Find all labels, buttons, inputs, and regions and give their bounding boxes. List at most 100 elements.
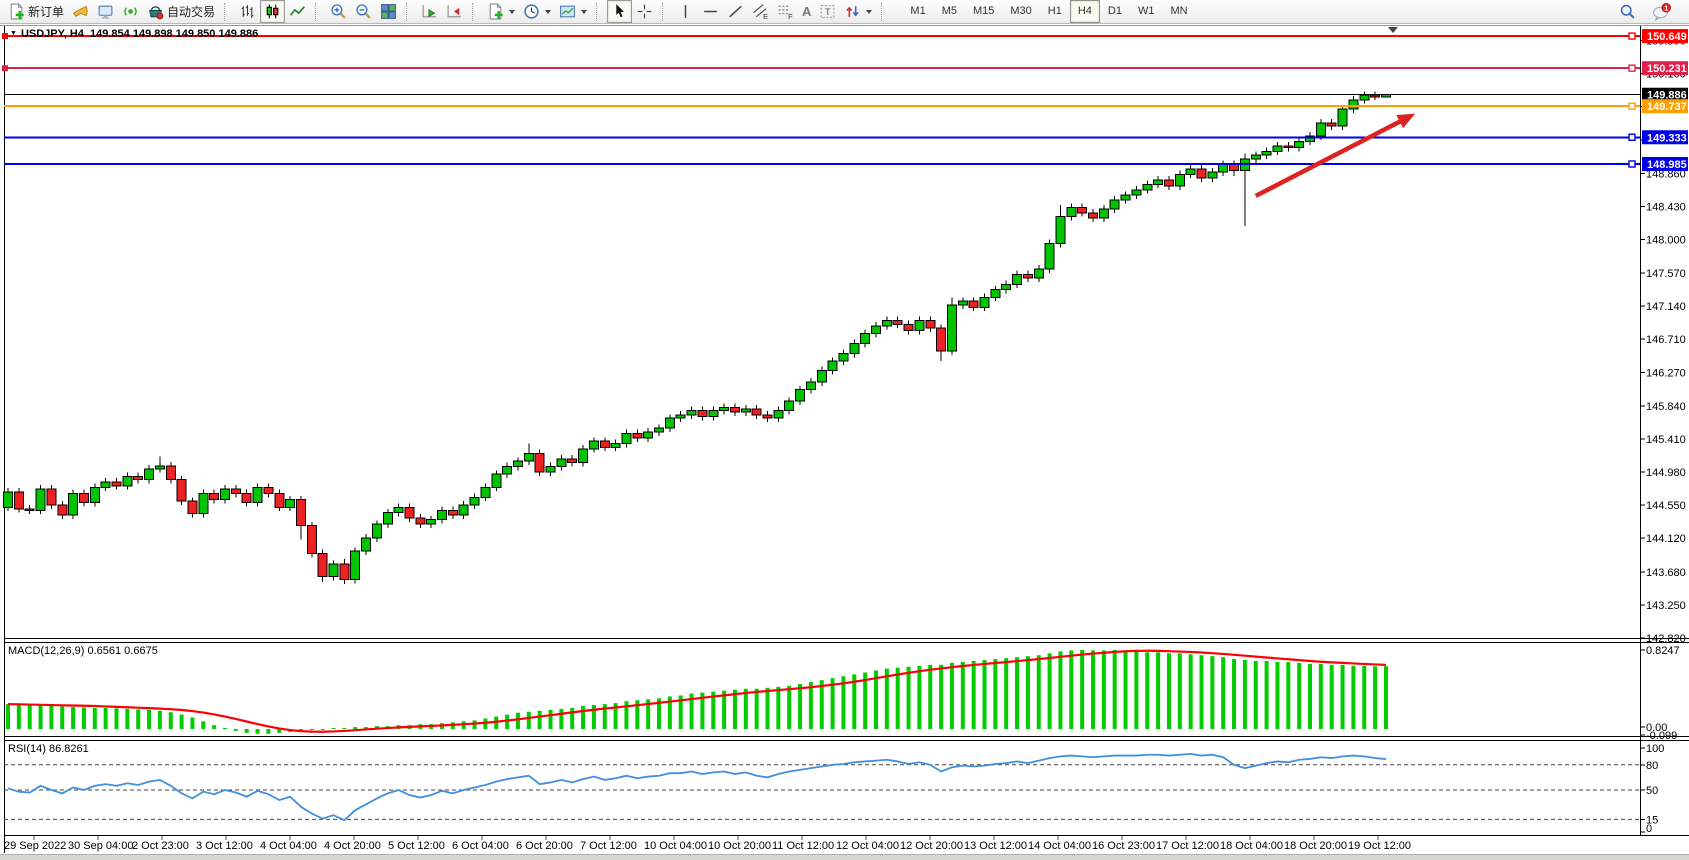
- timeframe-H4[interactable]: H4: [1070, 0, 1100, 23]
- macd-histogram-bar: [1221, 657, 1225, 729]
- equidistant-channel-button[interactable]: E: [748, 0, 773, 23]
- hline-handle[interactable]: [1629, 65, 1635, 71]
- vertical-line-button[interactable]: [673, 0, 698, 23]
- timeframe-W1[interactable]: W1: [1130, 0, 1163, 23]
- horizontal-line-button[interactable]: [698, 0, 723, 23]
- auto-scroll-button[interactable]: [417, 0, 442, 23]
- template-icon: [559, 3, 576, 20]
- macd-histogram-bar: [93, 708, 97, 729]
- indicators-button[interactable]: [483, 0, 519, 23]
- macd-histogram-bar: [158, 711, 162, 729]
- hline-handle[interactable]: [1629, 134, 1635, 140]
- candle-body: [513, 461, 522, 466]
- new-order-button[interactable]: 新订单: [4, 0, 68, 23]
- notifications-button[interactable]: 1: [1648, 0, 1675, 23]
- macd-histogram-bar: [1351, 666, 1355, 729]
- signals-button[interactable]: [118, 0, 143, 23]
- macd-histogram-bar: [136, 709, 140, 729]
- timeframe-D1[interactable]: D1: [1100, 0, 1130, 23]
- hline-left-handle[interactable]: [2, 65, 8, 71]
- timeframe-H1[interactable]: H1: [1040, 0, 1070, 23]
- macd-histogram-bar: [983, 660, 987, 729]
- candle-body: [372, 524, 381, 538]
- rsi-pane[interactable]: 1008050150: [4, 743, 1664, 835]
- chart-canvas[interactable]: 150.590150.160149.730149.300148.860148.4…: [0, 0, 1689, 859]
- price-label-text: 148.985: [1647, 159, 1687, 171]
- autotrading-button[interactable]: 自动交易: [143, 0, 219, 23]
- horizontal-line-149.333[interactable]: 149.333: [4, 130, 1688, 144]
- line-chart-button[interactable]: [285, 0, 310, 23]
- horizontal-line-149.737[interactable]: 149.737: [4, 99, 1688, 113]
- candle-body: [1371, 95, 1380, 97]
- candlestick-icon: [264, 3, 281, 20]
- candle-body: [1230, 164, 1239, 170]
- rsi-tick-label: 80: [1646, 760, 1658, 772]
- zoom-in-button[interactable]: [326, 0, 351, 23]
- macd-tick-label: -0.099: [1646, 730, 1677, 742]
- timeframe-M1[interactable]: M1: [902, 0, 933, 23]
- arrows-button[interactable]: [840, 0, 876, 23]
- toolbar-separator: [596, 3, 604, 21]
- horn-icon: [72, 3, 89, 20]
- price-axis[interactable]: 150.590150.160149.730149.300148.860148.4…: [1641, 36, 1686, 645]
- candle-body: [741, 409, 750, 412]
- tile-windows-button[interactable]: [376, 0, 401, 23]
- hline-handle[interactable]: [1629, 33, 1635, 39]
- hline-left-handle[interactable]: [2, 33, 8, 39]
- timeframe-M15[interactable]: M15: [965, 0, 1002, 23]
- cursor-button[interactable]: [607, 0, 632, 23]
- price-tick-label: 147.570: [1646, 268, 1686, 280]
- macd-histogram-bar: [1069, 650, 1073, 729]
- text-label-button[interactable]: T: [815, 0, 840, 23]
- hline-handle[interactable]: [1629, 161, 1635, 167]
- horizontal-line-148.985[interactable]: 148.985: [4, 157, 1688, 171]
- remote-terminal-button[interactable]: [93, 0, 118, 23]
- horizontal-line-150.231[interactable]: 150.231: [4, 61, 1688, 75]
- time-axis[interactable]: 29 Sep 202230 Sep 04:002 Oct 23:003 Oct …: [4, 836, 1411, 852]
- candle-body: [1099, 209, 1108, 218]
- candle-body: [709, 410, 718, 416]
- trendline-button[interactable]: [723, 0, 748, 23]
- candle-body: [698, 410, 707, 416]
- chart-shift-icon: [446, 3, 463, 20]
- macd-pane[interactable]: 0.82470.00-0.099: [6, 645, 1680, 742]
- chart-shift-button[interactable]: [442, 0, 467, 23]
- hline-handle[interactable]: [1629, 103, 1635, 109]
- time-tick-label: 13 Oct 12:00: [964, 840, 1027, 852]
- timeframe-MN[interactable]: MN: [1162, 0, 1195, 23]
- templates-button[interactable]: [555, 0, 591, 23]
- timeframe-M30[interactable]: M30: [1002, 0, 1039, 23]
- candle-body: [1175, 174, 1184, 186]
- time-tick-label: 19 Oct 12:00: [1348, 840, 1411, 852]
- candle-body: [600, 441, 609, 447]
- candle-body: [665, 418, 674, 428]
- candlestick-chart-button[interactable]: [260, 0, 285, 23]
- price-label-text: 149.333: [1647, 132, 1687, 144]
- chart-shift-marker[interactable]: [1388, 27, 1398, 33]
- macd-histogram-bar: [581, 706, 585, 729]
- zoom-out-button[interactable]: [351, 0, 376, 23]
- text-button[interactable]: A: [798, 0, 815, 23]
- bar-chart-button[interactable]: [235, 0, 260, 23]
- candle-body: [264, 487, 273, 493]
- timeframe-M5[interactable]: M5: [934, 0, 965, 23]
- macd-histogram-bar: [972, 661, 976, 729]
- candle-body: [687, 410, 696, 415]
- macd-histogram-bar: [49, 706, 53, 729]
- candle-body: [893, 320, 902, 324]
- crosshair-button[interactable]: [632, 0, 657, 23]
- time-tick-label: 30 Sep 04:00: [68, 840, 133, 852]
- fibonacci-button[interactable]: F: [773, 0, 798, 23]
- time-tick-label: 29 Sep 2022: [4, 840, 66, 852]
- time-tick-label: 11 Oct 12:00: [772, 840, 834, 852]
- alerts-button[interactable]: [68, 0, 93, 23]
- svg-text:E: E: [763, 12, 768, 20]
- periods-button[interactable]: [519, 0, 555, 23]
- search-button[interactable]: [1615, 0, 1640, 23]
- candle-body: [1219, 164, 1228, 172]
- macd-histogram-bar: [1275, 662, 1279, 729]
- candle-body: [644, 432, 653, 438]
- chart-title: ▼USDJPY, H4 149.854 149.898 149.850 149.…: [10, 28, 258, 40]
- macd-histogram-bar: [755, 689, 759, 729]
- candle-body: [448, 510, 457, 515]
